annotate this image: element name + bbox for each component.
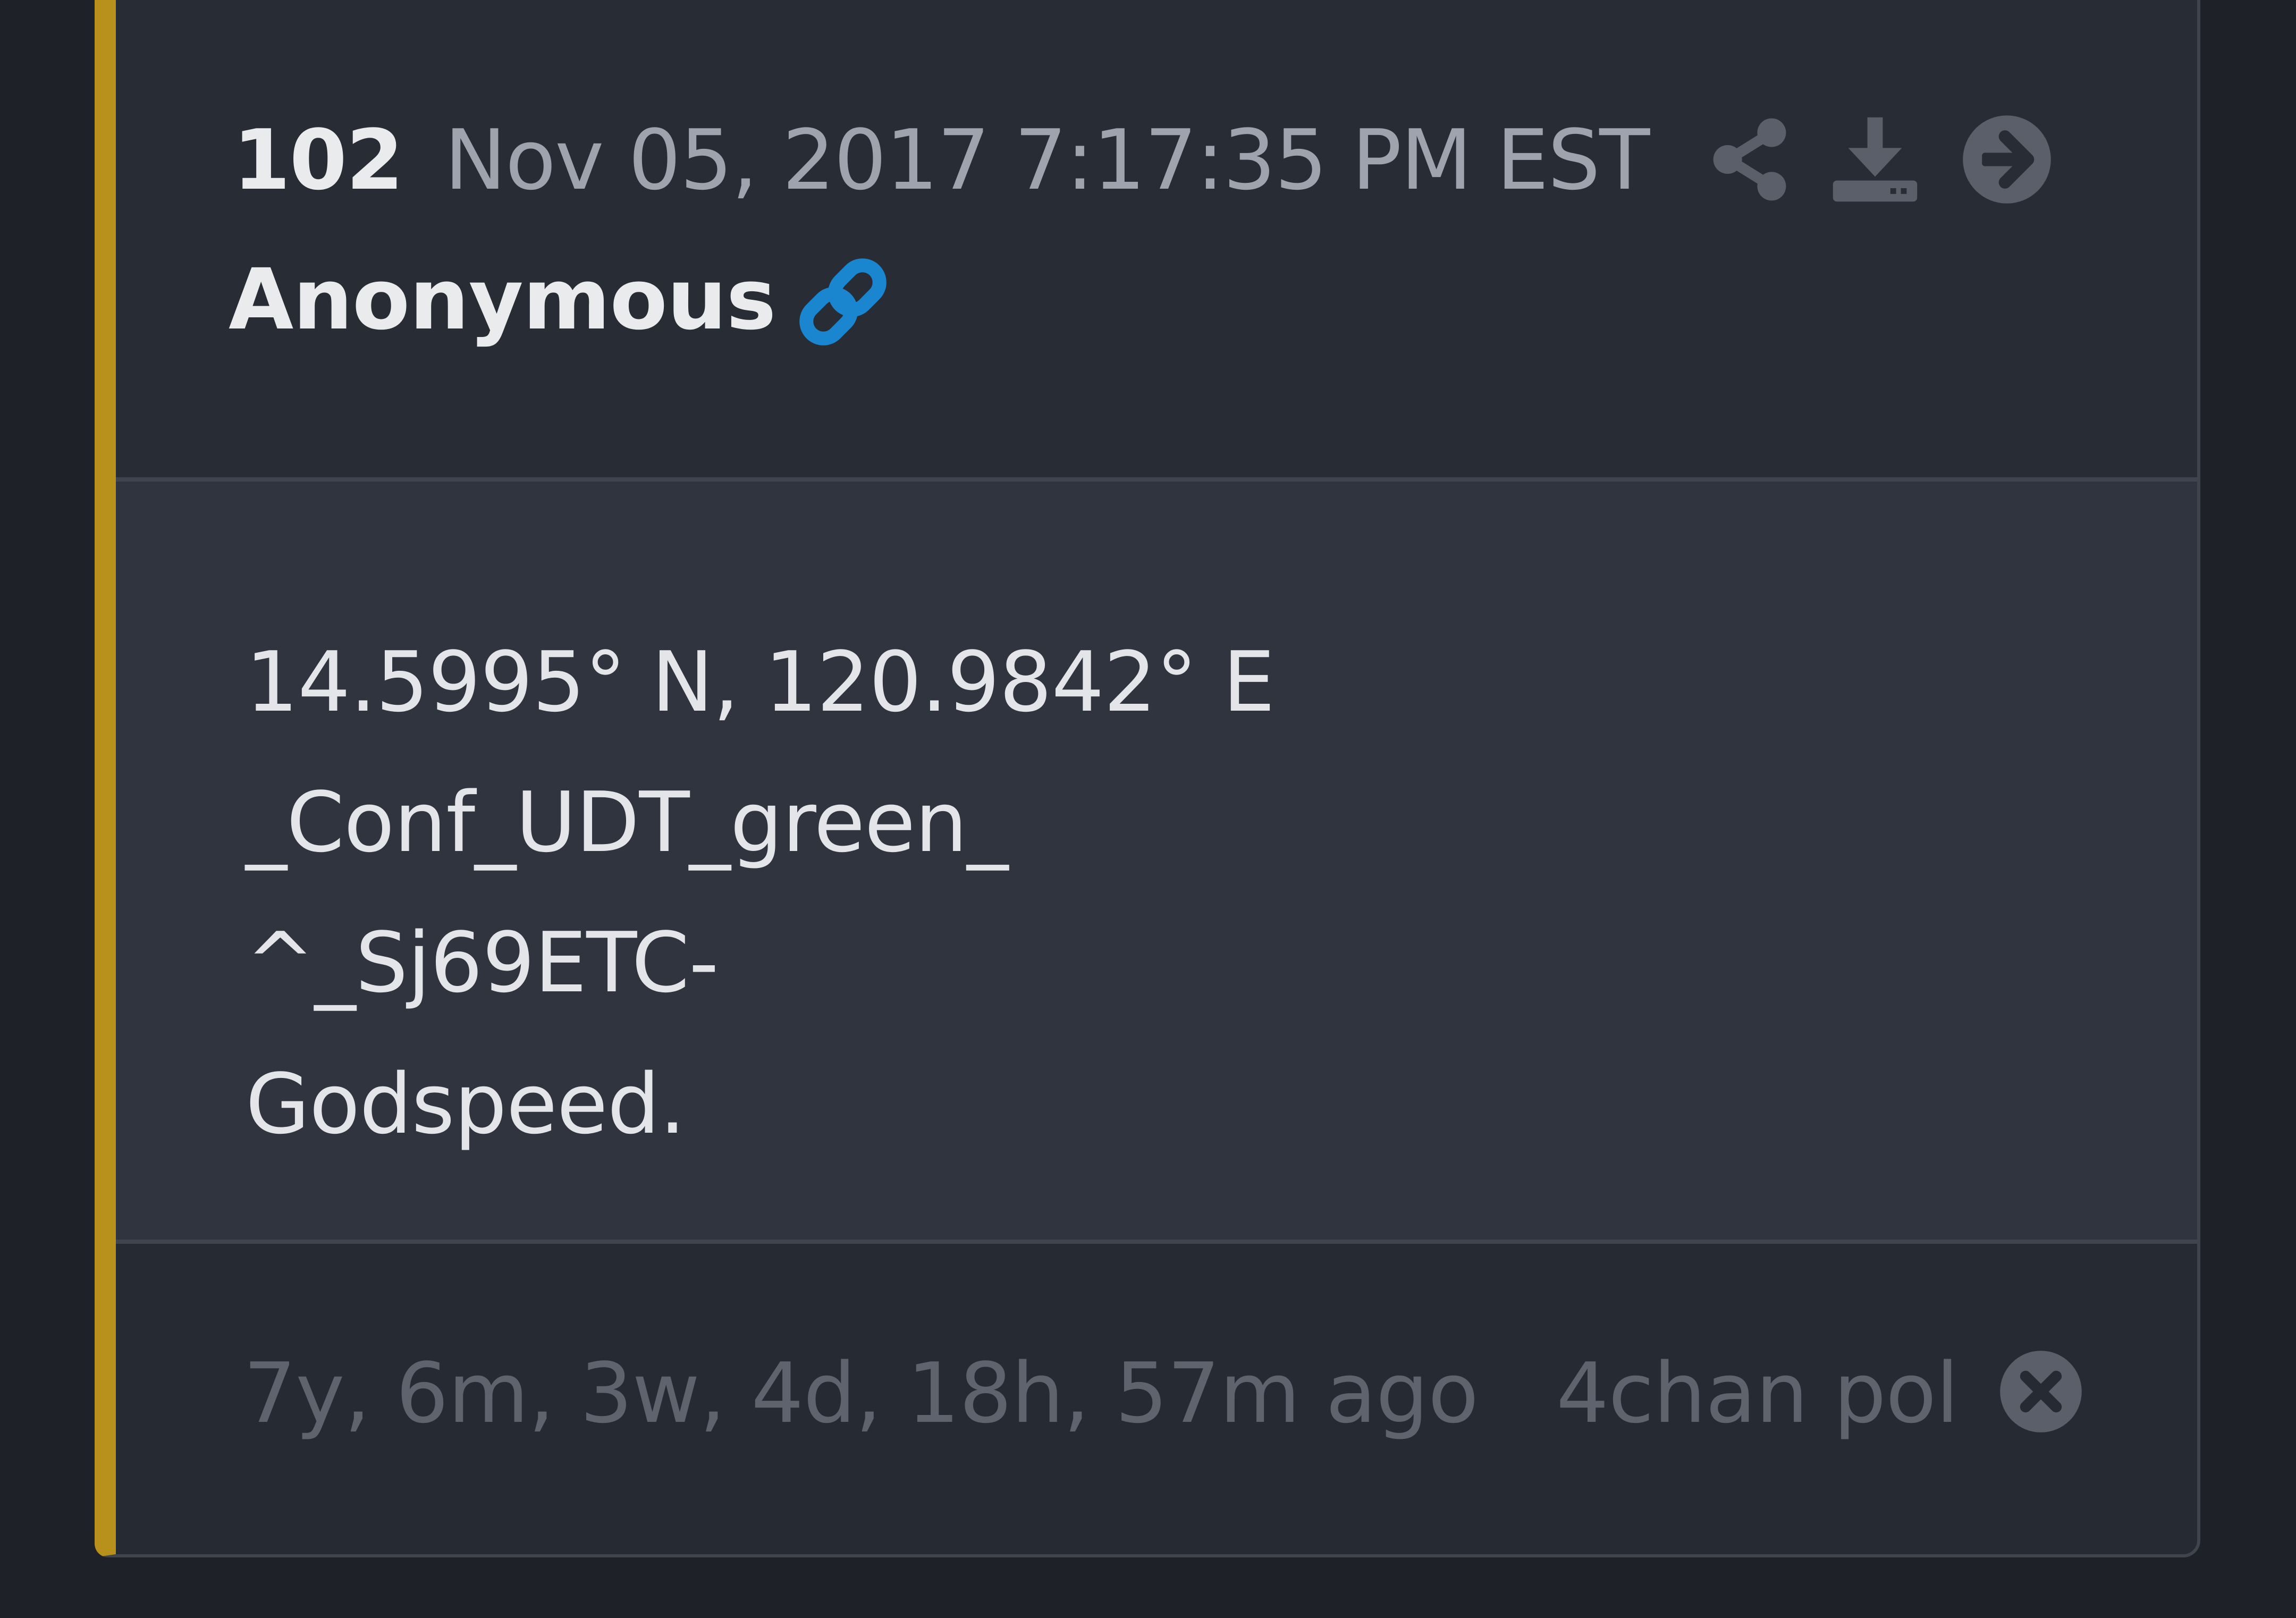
close-circle-icon[interactable] [1998, 1349, 2083, 1434]
post-source[interactable]: 4chan pol [1556, 1345, 1959, 1442]
share-icon[interactable] [1702, 112, 1797, 207]
download-icon[interactable] [1827, 112, 1923, 207]
post-body-line: 14.5995° N, 120.9842° E [246, 634, 1275, 730]
post-body-line: Godspeed. [246, 1056, 686, 1152]
post-number[interactable]: 102 [233, 112, 404, 208]
post-body: 14.5995° N, 120.9842° E _Conf_UDT_green_… [116, 482, 2197, 1240]
link-icon[interactable] [790, 249, 896, 355]
post-timestamp: Nov 05, 2017 7:17:35 PM EST [444, 112, 1650, 208]
arrow-right-circle-icon[interactable] [1959, 112, 2055, 207]
post-author: Anonymous [229, 251, 776, 349]
post-header: 102 Nov 05, 2017 7:17:35 PM EST Anonymou… [116, 0, 2197, 482]
post-footer: 7y, 6m, 3w, 4d, 18h, 57m ago 4chan pol [116, 1244, 2197, 1554]
footer-divider [116, 1240, 2197, 1244]
elapsed-time: 7y, 6m, 3w, 4d, 18h, 57m ago [243, 1345, 1479, 1442]
post-card: 102 Nov 05, 2017 7:17:35 PM EST Anonymou… [95, 0, 2200, 1557]
header-divider [116, 477, 2197, 482]
post-body-line: _Conf_UDT_green_ [246, 774, 1008, 871]
post-body-line: ^_Sj69ETC- [246, 914, 719, 1011]
